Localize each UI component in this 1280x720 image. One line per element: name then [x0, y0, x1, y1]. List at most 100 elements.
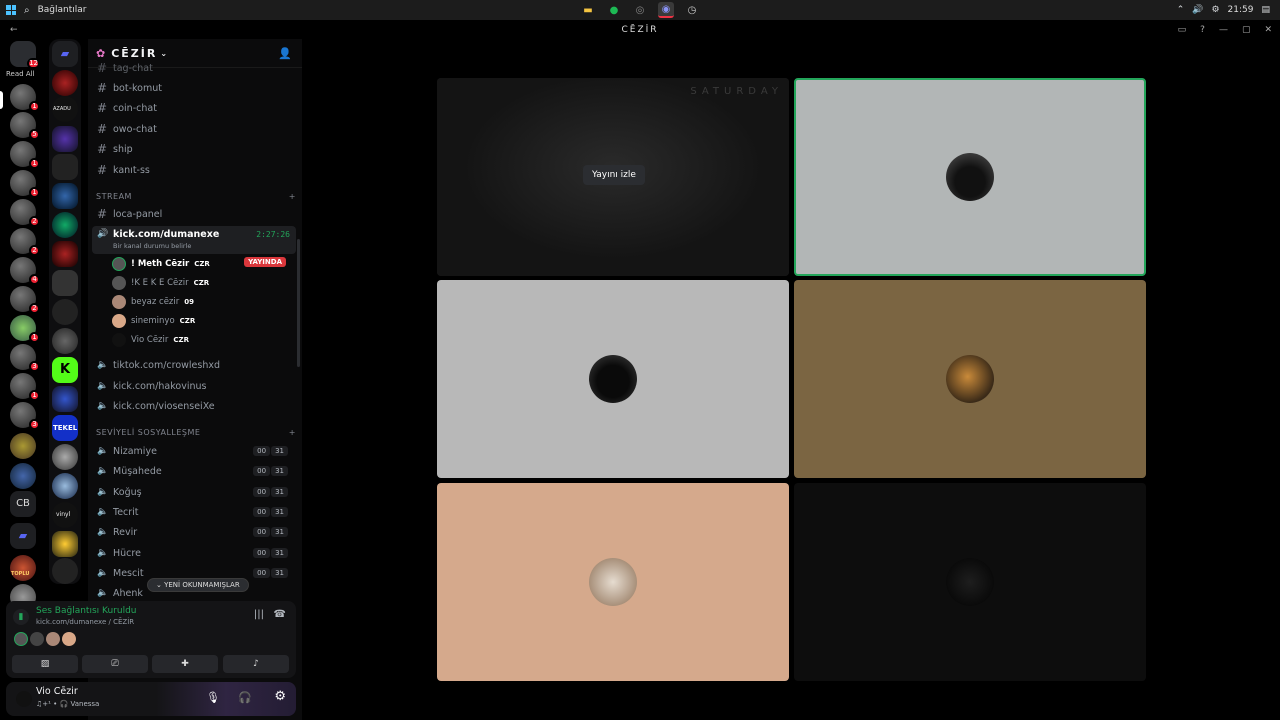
server-icon[interactable]: 5	[10, 112, 40, 140]
server-icon[interactable]: TOPLU	[10, 555, 36, 581]
vinyl-server-icon[interactable]: vinyl	[52, 502, 78, 528]
voice-user[interactable]: sineminyo CZR	[112, 312, 195, 330]
server-icon[interactable]	[52, 531, 78, 557]
text-channel[interactable]: # loca-panel	[92, 204, 296, 224]
text-channel[interactable]: # bot-komut	[92, 78, 296, 98]
server-icon[interactable]	[10, 433, 36, 459]
voice-status[interactable]: Ses Bağlantısı Kuruldu	[36, 606, 136, 616]
server-icon[interactable]	[52, 270, 78, 296]
signal-icon[interactable]: ▮	[13, 609, 29, 625]
watch-stream-button[interactable]: Yayını izle	[583, 165, 645, 185]
server-icon[interactable]	[52, 154, 78, 180]
voice-user[interactable]: Vio Cēzir CZR	[112, 331, 189, 349]
file-explorer-icon[interactable]: ▬	[580, 2, 596, 18]
search-icon[interactable]: ⌕	[24, 5, 30, 16]
server-icon[interactable]	[10, 463, 36, 489]
read-all-button[interactable]: Read All	[6, 70, 35, 78]
spotify-icon[interactable]: ●	[606, 2, 622, 18]
folder-icon[interactable]: ▰	[52, 41, 78, 67]
discord-taskbar-icon[interactable]: ◉	[658, 2, 674, 18]
server-icon[interactable]: 1	[10, 373, 40, 401]
server-icon[interactable]: 1	[10, 141, 40, 169]
text-channel[interactable]: # coin-chat	[92, 98, 296, 118]
server-icon[interactable]	[52, 126, 78, 152]
server-icon[interactable]: 1	[10, 170, 40, 198]
server-icon[interactable]	[52, 70, 78, 96]
taskbar-clock[interactable]: 21:59	[1228, 5, 1254, 15]
close-button[interactable]: ✕	[1264, 25, 1272, 35]
server-icon[interactable]	[52, 558, 78, 584]
voice-channel[interactable]: 🔈 Tecrit 00 31	[92, 502, 296, 522]
server-icon[interactable]	[52, 241, 78, 267]
server-icon[interactable]: 2	[10, 286, 40, 314]
voice-channel[interactable]: 🔈 tiktok.com/crowleshxd	[92, 355, 296, 375]
soundboard-button[interactable]: ♪	[223, 655, 289, 673]
azad-server-icon[interactable]: AZADU	[52, 96, 78, 122]
text-channel[interactable]: # tag-chat	[92, 60, 296, 76]
chevron-up-icon[interactable]: ⌃	[1177, 5, 1185, 15]
server-icon[interactable]: 3	[10, 344, 40, 372]
voice-channel[interactable]: 🔈 kick.com/hakovinus	[92, 376, 296, 396]
clock-app-icon[interactable]: ◷	[684, 2, 700, 18]
server-icon[interactable]: 2	[10, 199, 40, 227]
settings-tray-icon[interactable]: ⚙	[1211, 5, 1219, 15]
username[interactable]: Vio Cēzir	[36, 686, 78, 697]
participant-tile[interactable]	[794, 483, 1146, 681]
app-icon[interactable]: ◎	[632, 2, 648, 18]
server-icon[interactable]: 4	[10, 257, 40, 285]
help-icon[interactable]: ?	[1200, 25, 1205, 35]
maximize-button[interactable]: ▢	[1242, 25, 1251, 35]
channel-status[interactable]: Bir kanal durumu belirle	[113, 242, 191, 250]
minimize-button[interactable]: —	[1219, 25, 1228, 35]
server-icon[interactable]	[52, 328, 78, 354]
participant-tile[interactable]	[437, 280, 789, 478]
headphones-icon[interactable]: 🎧	[238, 691, 252, 704]
server-icon[interactable]: 1	[10, 315, 40, 343]
voice-channel-path[interactable]: kick.com/dumanexe / CĒZİR	[36, 618, 134, 626]
folder-icon[interactable]: ▰	[10, 523, 36, 549]
active-voice-channel[interactable]: 🔊 kick.com/dumanexe 2:27:26 Bir kanal du…	[92, 226, 296, 254]
microphone-icon[interactable]: 🎙	[206, 691, 220, 704]
participant-tile[interactable]	[794, 78, 1146, 276]
add-channel-icon[interactable]: +	[289, 192, 296, 201]
stream-tile[interactable]: SATURDAY Yayını izle	[437, 78, 789, 276]
participant-tile[interactable]	[794, 280, 1146, 478]
user-settings-icon[interactable]: ⚙	[274, 689, 286, 704]
text-channel[interactable]: # kanıt-ss	[92, 160, 296, 180]
new-unreads-button[interactable]: ⌄ YENİ OKUNMAMIŞLAR	[147, 578, 249, 592]
add-member-icon[interactable]: 👤	[278, 47, 294, 60]
windows-start-icon[interactable]	[6, 5, 16, 15]
disconnect-icon[interactable]: ☎	[274, 609, 286, 620]
server-icon[interactable]	[52, 212, 78, 238]
voice-user[interactable]: beyaz cēzir 09	[112, 293, 194, 311]
add-channel-icon[interactable]: +	[289, 428, 296, 437]
text-channel[interactable]: # owo-chat	[92, 119, 296, 139]
camera-off-button[interactable]: ▨	[12, 655, 78, 673]
taskbar-search-label[interactable]: Bağlantılar	[38, 5, 87, 15]
category-stream[interactable]: STREAM +	[96, 192, 296, 201]
discord-home-button[interactable]: 12	[10, 41, 40, 69]
inbox-icon[interactable]: ▭	[1178, 25, 1187, 35]
voice-channel[interactable]: 🔈 Revir 00 31	[92, 522, 296, 542]
activities-button[interactable]: ✚	[152, 655, 218, 673]
server-icon[interactable]	[52, 299, 78, 325]
voice-channel[interactable]: 🔈 Müşahede 00 31	[92, 461, 296, 481]
volume-icon[interactable]: 🔊	[1192, 5, 1203, 15]
text-channel[interactable]: # ship	[92, 139, 296, 159]
voice-user[interactable]: !K E K E Cēzir CZR	[112, 274, 209, 292]
cb-server-icon[interactable]: CB	[10, 491, 36, 517]
server-icon[interactable]	[52, 473, 78, 499]
screen-share-button[interactable]: ⎚	[82, 655, 148, 673]
server-icon[interactable]: 3	[10, 402, 40, 430]
scrollbar[interactable]	[297, 239, 300, 367]
voice-channel[interactable]: 🔈 Hücre 00 31	[92, 543, 296, 563]
server-icon[interactable]	[52, 183, 78, 209]
server-icon[interactable]: 2	[10, 228, 40, 256]
tekel-server-icon[interactable]: TEKEL	[52, 415, 78, 441]
notification-icon[interactable]: ▤	[1261, 5, 1270, 15]
server-icon[interactable]	[52, 386, 78, 412]
participant-tile[interactable]	[437, 483, 789, 681]
voice-channel[interactable]: 🔈 Nizamiye 00 31	[92, 441, 296, 461]
voice-user[interactable]: ! Meth Cēzir CZR YAYINDA	[112, 255, 294, 273]
voice-channel[interactable]: 🔈 kick.com/viosenseiXe	[92, 396, 296, 416]
